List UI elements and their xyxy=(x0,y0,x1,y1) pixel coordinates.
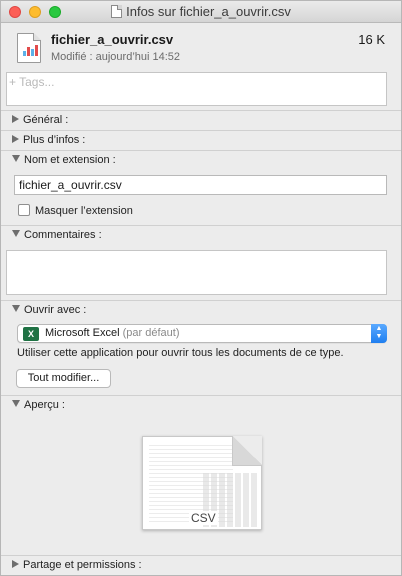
document-icon xyxy=(111,5,123,18)
section-comments-label: Commentaires : xyxy=(24,229,102,241)
open-with-description: Utiliser cette application pour ouvrir t… xyxy=(17,347,344,359)
selected-app-name: Microsoft Excel xyxy=(45,327,120,339)
open-with-select[interactable]: X Microsoft Excel (par défaut) ▲ ▼ xyxy=(17,324,387,343)
section-more-info-label: Plus d’infos : xyxy=(23,134,86,146)
title-bar: Infos sur fichier_a_ouvrir.csv xyxy=(1,1,401,23)
divider xyxy=(1,225,401,226)
section-preview[interactable]: Aperçu : xyxy=(12,399,65,413)
selected-app: Microsoft Excel (par défaut) xyxy=(45,327,180,339)
disclosure-down-icon xyxy=(12,305,20,312)
section-comments[interactable]: Commentaires : xyxy=(12,229,102,243)
disclosure-down-icon xyxy=(12,400,20,407)
disclosure-down-icon xyxy=(12,155,20,162)
disclosure-right-icon xyxy=(12,560,19,568)
file-name: fichier_a_ouvrir.csv xyxy=(51,32,174,47)
tags-field[interactable]: + Tags... xyxy=(6,72,387,106)
change-all-button[interactable]: Tout modifier... xyxy=(16,369,111,388)
hide-extension-checkbox[interactable] xyxy=(18,204,30,216)
divider xyxy=(1,395,401,396)
hide-extension-row[interactable]: Masquer l’extension xyxy=(18,204,133,217)
preview-type-label: CSV xyxy=(189,511,218,525)
section-sharing[interactable]: Partage et permissions : xyxy=(12,559,142,573)
chevron-up-down-icon[interactable]: ▲ ▼ xyxy=(371,324,387,343)
csv-file-icon xyxy=(17,33,41,63)
comments-field[interactable] xyxy=(6,250,387,295)
hide-extension-label: Masquer l’extension xyxy=(35,205,133,217)
divider xyxy=(1,150,401,151)
section-sharing-label: Partage et permissions : xyxy=(23,559,142,571)
divider xyxy=(1,110,401,111)
info-window: Infos sur fichier_a_ouvrir.csv fichier_a… xyxy=(0,0,402,576)
section-more-info[interactable]: Plus d’infos : xyxy=(12,134,85,148)
divider xyxy=(1,130,401,131)
file-modified: Modifié : aujourd’hui 14:52 xyxy=(51,51,181,63)
excel-icon: X xyxy=(23,327,39,341)
disclosure-right-icon xyxy=(12,115,19,123)
divider xyxy=(1,555,401,556)
section-general-label: Général : xyxy=(23,114,69,126)
tags-placeholder: + Tags... xyxy=(9,75,55,89)
section-open-with-label: Ouvrir avec : xyxy=(24,304,87,316)
section-name-extension-label: Nom et extension : xyxy=(24,154,116,166)
preview-page: CSV xyxy=(142,436,262,530)
file-header: fichier_a_ouvrir.csv 16 K Modifié : aujo… xyxy=(1,24,401,72)
window-title-text: Infos sur fichier_a_ouvrir.csv xyxy=(126,4,291,19)
window-title: Infos sur fichier_a_ouvrir.csv xyxy=(1,4,401,19)
disclosure-down-icon xyxy=(12,230,20,237)
default-note: (par défaut) xyxy=(122,327,180,339)
file-size: 16 K xyxy=(358,32,385,47)
divider xyxy=(1,300,401,301)
file-name-field[interactable]: fichier_a_ouvrir.csv xyxy=(14,175,387,195)
preview-thumbnail: CSV xyxy=(142,436,262,530)
disclosure-right-icon xyxy=(12,135,19,143)
section-general[interactable]: Général : xyxy=(12,114,68,128)
section-open-with[interactable]: Ouvrir avec : xyxy=(12,304,86,318)
section-preview-label: Aperçu : xyxy=(24,399,65,411)
page-fold xyxy=(232,436,262,466)
section-name-extension[interactable]: Nom et extension : xyxy=(12,154,116,168)
